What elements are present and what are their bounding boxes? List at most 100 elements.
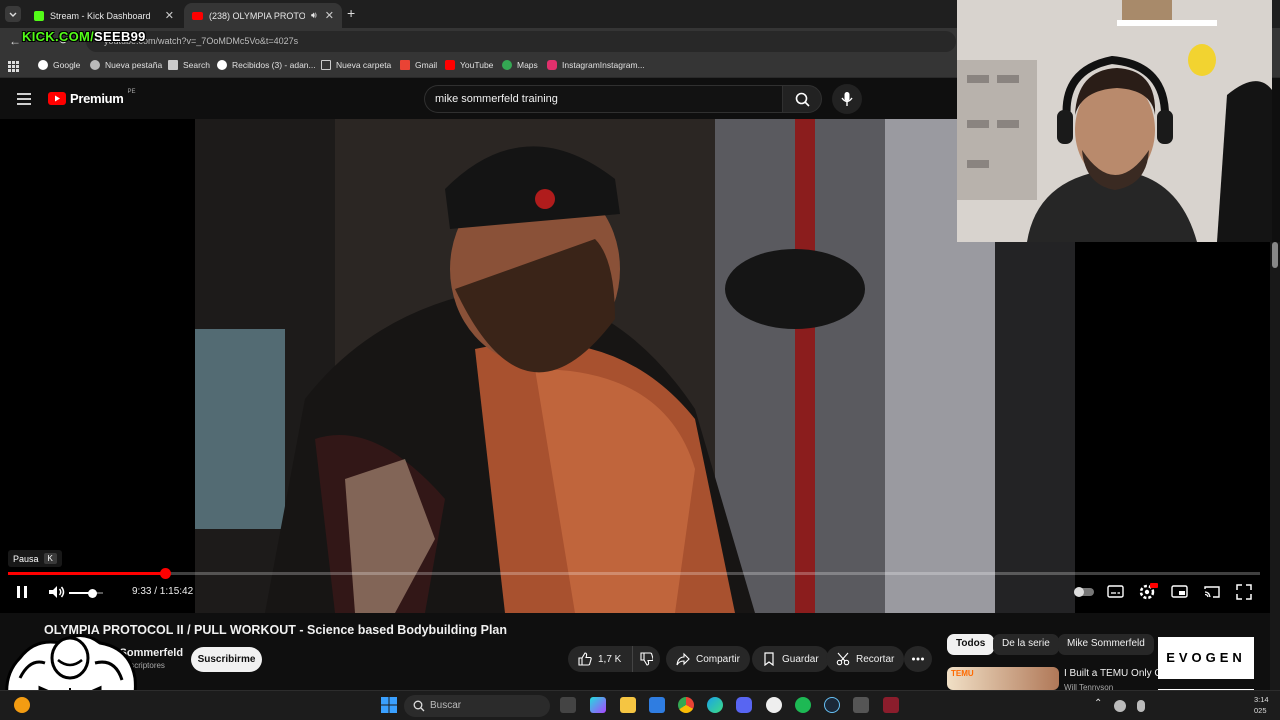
pause-tooltip-label: Pausa: [13, 553, 39, 564]
bookmark-gmail[interactable]: Gmail: [400, 60, 437, 70]
bookmark-label: Nueva carpeta: [336, 60, 392, 70]
bookmark-search[interactable]: Search: [168, 60, 210, 70]
close-tab-icon[interactable]: ✕: [325, 9, 334, 22]
pause-tooltip: Pausa K: [8, 550, 62, 567]
save-button[interactable]: Guardar: [752, 646, 829, 672]
steam-icon[interactable]: [824, 697, 840, 713]
microphone-icon: [841, 92, 853, 106]
google-icon: [217, 60, 227, 70]
bookmark-new-tab[interactable]: Nueva pestaña: [90, 60, 162, 70]
share-button[interactable]: Compartir: [666, 646, 750, 672]
network-icon[interactable]: [1114, 700, 1126, 712]
new-tab-button[interactable]: +: [347, 5, 355, 21]
start-button[interactable]: [381, 697, 397, 713]
bookmark-maps[interactable]: Maps: [502, 60, 538, 70]
tray-chevron-icon[interactable]: ⌃: [1094, 698, 1102, 709]
dislike-button[interactable]: [632, 646, 660, 672]
clock-time: 3:14: [1254, 695, 1269, 704]
pause-shortcut-key: K: [43, 553, 57, 564]
address-bar[interactable]: youtube.com/watch?v=_7OoMDMc5Vo&t=4027s: [86, 31, 956, 52]
chip-series[interactable]: De la serie: [993, 634, 1059, 655]
close-tab-icon[interactable]: ✕: [165, 9, 174, 22]
subscribe-button[interactable]: Suscribirme: [191, 647, 262, 672]
page-scrollbar[interactable]: [1270, 242, 1280, 690]
search-input[interactable]: mike sommerfeld training: [424, 85, 782, 113]
related-video-thumbnail[interactable]: TEMU: [947, 667, 1059, 690]
chrome-icon[interactable]: [678, 697, 694, 713]
more-horizontal-icon: [912, 657, 924, 661]
edge-icon[interactable]: [707, 697, 723, 713]
autoplay-toggle[interactable]: [1073, 582, 1094, 602]
share-label: Compartir: [696, 653, 740, 665]
bookmark-youtube[interactable]: YouTube: [445, 60, 493, 70]
progress-scrubber-handle[interactable]: [160, 568, 172, 579]
save-label: Guardar: [782, 653, 819, 665]
maps-pin-icon: [502, 60, 512, 70]
video-frame[interactable]: [195, 119, 1075, 613]
instagram-icon: [547, 60, 557, 70]
weather-widget-icon[interactable]: [14, 697, 30, 713]
discord-icon[interactable]: [736, 697, 752, 713]
taskbar-search-box[interactable]: Buscar: [404, 695, 550, 717]
bookmark-label: Gmail: [415, 60, 438, 70]
cast-button[interactable]: [1202, 582, 1222, 602]
github-icon[interactable]: [766, 697, 782, 713]
scrollbar-thumb[interactable]: [1272, 242, 1278, 268]
folder-icon: [321, 60, 331, 70]
spotify-icon[interactable]: [795, 697, 811, 713]
webcam-image: [957, 0, 1272, 242]
share-icon: [676, 652, 690, 666]
progress-bar[interactable]: [8, 568, 1260, 579]
tab-list-icon[interactable]: [5, 6, 21, 22]
menu-hamburger-icon[interactable]: [17, 93, 31, 105]
like-button[interactable]: 1,7 K: [568, 646, 632, 672]
tab-youtube-video[interactable]: (238) OLYMPIA PROTOCOL 🔊︎ ✕: [184, 3, 342, 28]
volume-slider[interactable]: [69, 588, 103, 598]
app-icon[interactable]: [883, 697, 899, 713]
voice-search-button[interactable]: [832, 84, 862, 114]
tab-kick-dashboard[interactable]: Stream - Kick Dashboard ✕: [26, 3, 182, 28]
google-icon: [38, 60, 48, 70]
apps-grid-icon[interactable]: [8, 61, 19, 72]
volume-handle[interactable]: [88, 588, 98, 598]
related-thumb-text: TEMU: [951, 669, 974, 678]
microphone-icon[interactable]: [1137, 700, 1145, 712]
pause-button[interactable]: [12, 582, 32, 602]
speaker-icon[interactable]: 🔊︎: [311, 10, 317, 21]
fullscreen-icon: [1236, 584, 1252, 600]
progress-played: [8, 572, 166, 575]
bookmark-instagram[interactable]: InstagramInstagram...: [547, 60, 645, 70]
kick-channel-overlay: KICK.COM/SEEB99: [22, 29, 146, 44]
settings-button[interactable]: [1138, 582, 1158, 602]
globe-icon: [90, 60, 100, 70]
store-icon[interactable]: [649, 697, 665, 713]
search-button[interactable]: [782, 85, 822, 113]
miniplayer-button[interactable]: [1170, 582, 1190, 602]
subtitles-button[interactable]: [1106, 582, 1126, 602]
chip-channel[interactable]: Mike Sommerfeld: [1058, 634, 1154, 655]
bookmark-inbox[interactable]: Recibidos (3) - adan...: [217, 60, 316, 70]
youtube-favicon-icon: [192, 11, 203, 20]
bookmark-label: YouTube: [460, 60, 494, 70]
back-icon[interactable]: ←: [9, 34, 21, 48]
bookmark-folder[interactable]: Nueva carpeta: [321, 60, 391, 70]
clip-button[interactable]: Recortar: [826, 646, 905, 672]
chip-all[interactable]: Todos: [947, 634, 995, 655]
copilot-icon[interactable]: [590, 697, 606, 713]
clip-label: Recortar: [856, 653, 895, 665]
system-clock[interactable]: 3:14 025: [1254, 694, 1269, 716]
thumbs-up-icon: [578, 652, 592, 666]
task-view-icon[interactable]: [560, 697, 576, 713]
bookmark-label: Search: [183, 60, 210, 70]
mute-button[interactable]: [46, 582, 66, 602]
subtitles-icon: [1107, 585, 1124, 598]
file-explorer-icon[interactable]: [620, 697, 636, 713]
bookmark-save-icon: [764, 652, 774, 666]
clock-date: 025: [1254, 706, 1267, 715]
more-actions-button[interactable]: [904, 646, 932, 672]
time-display: 9:33 / 1:15:42: [132, 586, 194, 597]
app-icon[interactable]: [853, 697, 869, 713]
bookmark-google[interactable]: Google: [38, 60, 80, 70]
fullscreen-button[interactable]: [1234, 582, 1254, 602]
youtube-premium-logo[interactable]: Premium PE: [48, 89, 136, 106]
